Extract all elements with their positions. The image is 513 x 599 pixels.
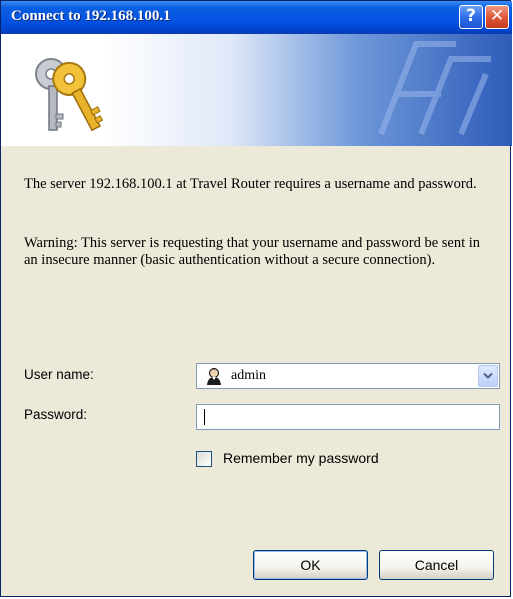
user-icon xyxy=(207,368,221,385)
username-dropdown-button[interactable] xyxy=(478,365,498,387)
remember-password-label[interactable]: Remember my password xyxy=(223,450,379,466)
security-warning: Warning: This server is requesting that … xyxy=(24,235,481,268)
dialog-banner xyxy=(1,34,512,146)
dialog-body: The server 192.168.100.1 at Travel Route… xyxy=(1,146,512,598)
username-label: User name: xyxy=(24,367,94,382)
password-field[interactable] xyxy=(196,404,500,430)
username-combobox[interactable]: admin xyxy=(196,363,500,389)
ok-button[interactable]: OK xyxy=(253,550,368,580)
login-dialog: Connect to 192.168.100.1 ? ✕ The server … xyxy=(0,0,512,598)
chevron-down-icon xyxy=(483,372,493,379)
password-label: Password: xyxy=(24,407,88,422)
server-message: The server 192.168.100.1 at Travel Route… xyxy=(24,176,477,192)
cancel-button[interactable]: Cancel xyxy=(379,550,494,580)
remember-password-checkbox[interactable] xyxy=(196,451,212,467)
text-caret xyxy=(204,409,205,425)
close-button[interactable]: ✕ xyxy=(485,5,509,29)
help-button[interactable]: ? xyxy=(459,5,483,29)
window-title: Connect to 192.168.100.1 xyxy=(11,8,171,24)
username-value: admin xyxy=(231,368,266,383)
title-bar[interactable]: Connect to 192.168.100.1 ? ✕ xyxy=(1,1,512,34)
banner-decoration xyxy=(378,41,491,136)
keys-icon xyxy=(35,58,104,132)
